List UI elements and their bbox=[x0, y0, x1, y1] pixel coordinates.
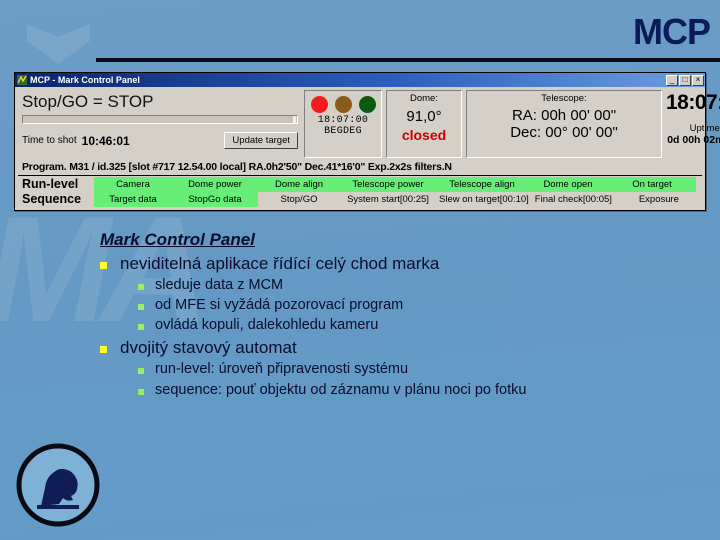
led-green-indicator bbox=[358, 96, 376, 113]
runlevel-cell: Telescope power bbox=[340, 177, 436, 192]
bullet-marker-icon bbox=[138, 284, 144, 291]
runlevel-cell: Dome power bbox=[172, 177, 258, 192]
window-titlebar[interactable]: MCP - Mark Control Panel _ □ × bbox=[15, 73, 705, 87]
header-divider bbox=[96, 58, 720, 62]
runlevel-cell: Dome align bbox=[258, 177, 340, 192]
bullet-level-2: ovládá kopuli, dalekohledu kameru bbox=[138, 317, 712, 334]
sequence-cell: Final check[00:05] bbox=[534, 194, 612, 205]
page-title: MCP bbox=[633, 11, 711, 52]
runlevel-cell: Dome open bbox=[528, 177, 608, 192]
bullet-level-1: neviditelná aplikace řídící celý chod ma… bbox=[100, 254, 712, 274]
bullet-list: neviditelná aplikace řídící celý chod ma… bbox=[100, 254, 712, 399]
bullet-text: sequence: pouť objektu od záznamu v plán… bbox=[155, 381, 527, 398]
minimize-button[interactable]: _ bbox=[666, 74, 678, 86]
time-to-shot-row: Time to shot 10:46:01 Update target bbox=[18, 132, 300, 149]
bullet-level-2: run-level: úroveň připravenosti systému bbox=[138, 361, 712, 378]
stopgo-status: Stop/GO = STOP bbox=[22, 92, 154, 111]
led-group bbox=[310, 96, 376, 113]
telescope-dec-value: Dec: 00° 00' 00" bbox=[510, 124, 618, 141]
app-icon bbox=[17, 75, 27, 85]
observatory-logo bbox=[16, 443, 100, 527]
runlevel-cell: Telescope align bbox=[436, 177, 528, 192]
stopgo-panel: Stop/GO = STOP Time to shot 10:46:01 Upd… bbox=[18, 90, 300, 158]
dome-angle-value: 91,0° bbox=[406, 108, 442, 125]
current-time: 18:07:28 bbox=[666, 91, 720, 114]
bullet-marker-icon bbox=[100, 346, 107, 354]
sequence-cell: System start[00:25] bbox=[347, 194, 429, 205]
program-info-line: Program. M31 / id.325 [slot #717 12.54.0… bbox=[18, 158, 702, 176]
time-to-shot-label: Time to shot bbox=[22, 135, 77, 146]
led-timestamp: 18:07:00 bbox=[317, 115, 369, 126]
bullet-level-2: sequence: pouť objektu od záznamu v plán… bbox=[138, 382, 712, 399]
clock-panel: 18:07:28 Uptime: 0d 00h 02m 51s bbox=[666, 90, 720, 158]
sequence-cell: StopGo data bbox=[172, 192, 258, 207]
bullet-text: sleduje data z MCM bbox=[155, 277, 284, 294]
bullet-marker-icon bbox=[138, 388, 144, 395]
led-state-code: BEGDEG bbox=[324, 126, 362, 137]
shot-progress-bar bbox=[22, 115, 298, 124]
runlevel-cell: Camera bbox=[94, 177, 172, 192]
dome-caption: Dome: bbox=[410, 93, 438, 104]
dome-state-value: closed bbox=[401, 127, 447, 143]
uptime-value: 0d 00h 02m 51s bbox=[667, 134, 720, 146]
content-heading: Mark Control Panel bbox=[100, 230, 255, 249]
sequence-cell: Target data bbox=[94, 192, 172, 207]
time-to-shot-value: 10:46:01 bbox=[81, 133, 130, 148]
runlevel-row: Run-level Camera Dome power Dome align Tele… bbox=[18, 177, 702, 192]
sequence-cell: Slew on target[00:10] bbox=[439, 194, 529, 205]
sequence-cell: Exposure bbox=[638, 194, 679, 205]
bullet-text: od MFE si vyžádá pozorovací program bbox=[155, 297, 404, 314]
mcp-application-window: MCP - Mark Control Panel _ □ × Stop/GO =… bbox=[14, 72, 720, 211]
close-button[interactable]: × bbox=[692, 74, 704, 86]
sequence-cells: Target data StopGo data Stop/GO System star… bbox=[94, 192, 703, 207]
maximize-button[interactable]: □ bbox=[679, 74, 691, 86]
bullet-level-2: sleduje data z MCM bbox=[138, 277, 712, 294]
bullet-text: neviditelná aplikace řídící celý chod ma… bbox=[120, 254, 440, 273]
bullet-marker-icon bbox=[138, 324, 144, 331]
bullet-level-2: od MFE si vyžádá pozorovací program bbox=[138, 297, 712, 314]
telescope-caption: Telescope: bbox=[541, 93, 587, 104]
bullet-text: ovládá kopuli, dalekohledu kameru bbox=[155, 317, 379, 334]
led-red-indicator bbox=[310, 96, 328, 113]
slide-content: Mark Control Panel neviditelná aplikace … bbox=[100, 230, 712, 402]
status-panels-row: Stop/GO = STOP Time to shot 10:46:01 Upd… bbox=[18, 90, 720, 158]
led-brown-indicator bbox=[334, 96, 352, 113]
update-target-button[interactable]: Update target bbox=[224, 132, 298, 149]
dome-panel: Dome: 91,0° closed bbox=[386, 90, 462, 158]
sequence-row: Sequence Target data StopGo data Stop/GO Sy… bbox=[18, 192, 702, 207]
runlevel-cells: Camera Dome power Dome align Telescope powe… bbox=[94, 177, 702, 192]
led-indicator-panel: 18:07:00 BEGDEG bbox=[304, 90, 382, 158]
telescope-ra-value: RA: 00h 00' 00" bbox=[511, 107, 617, 124]
bullet-level-1: dvojitý stavový automat bbox=[100, 338, 712, 358]
sequence-cell: Stop/GO bbox=[280, 194, 318, 205]
state-machine-rows: Run-level Camera Dome power Dome align Tele… bbox=[18, 177, 702, 207]
window-body: Stop/GO = STOP Time to shot 10:46:01 Upd… bbox=[15, 87, 720, 210]
telescope-panel: Telescope: RA: 00h 00' 00" Dec: 00° 00' … bbox=[466, 90, 662, 158]
runlevel-label: Run-level bbox=[22, 177, 79, 191]
window-title: MCP - Mark Control Panel bbox=[30, 75, 140, 85]
bullet-text: run-level: úroveň připravenosti systému bbox=[155, 361, 409, 378]
window-controls: _ □ × bbox=[666, 74, 704, 86]
bullet-marker-icon bbox=[138, 368, 144, 375]
runlevel-cell: On target bbox=[608, 177, 696, 192]
bullet-marker-icon bbox=[100, 262, 107, 269]
bullet-marker-icon bbox=[138, 304, 144, 311]
sequence-label: Sequence bbox=[22, 192, 82, 206]
uptime-label: Uptime: bbox=[689, 123, 720, 134]
bullet-text: dvojitý stavový automat bbox=[120, 338, 297, 358]
